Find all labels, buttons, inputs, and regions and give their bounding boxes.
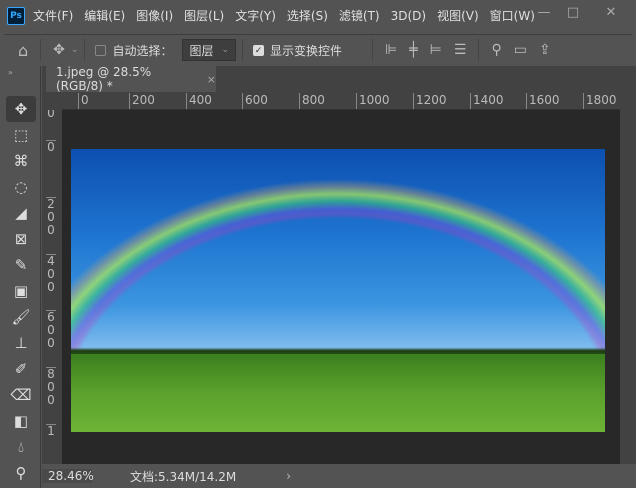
horizontal-ruler: 0 200 400 600 800 1000 1200 1400 1600 18… — [62, 92, 620, 110]
status-bar: 28.46% 文档:5.34M/14.2M › — [42, 464, 636, 488]
status-menu-arrow[interactable]: › — [286, 469, 291, 483]
menu-3d[interactable]: 3D(D) — [391, 9, 426, 23]
ruler-label: 0 — [46, 110, 56, 120]
lasso-tool-icon[interactable]: ⌘ — [6, 148, 36, 174]
vertical-scrollbar[interactable] — [620, 92, 636, 464]
divider — [242, 39, 244, 61]
auto-select-label: 自动选择： — [112, 43, 173, 58]
close-button[interactable]: ✕ — [590, 0, 632, 24]
ruler-corner — [42, 92, 62, 110]
ruler-label: 800 — [46, 367, 56, 407]
menu-select[interactable]: 选择(S) — [287, 7, 328, 24]
vertical-ruler: 0 0 200 400 600 800 1 — [42, 110, 62, 464]
chevron-down-icon: ⌄ — [221, 45, 230, 55]
canvas-area[interactable] — [62, 110, 620, 464]
divider — [40, 39, 42, 61]
options-bar: ⌂ ✥ ⌄ 自动选择： 图层 ⌄ ✓ 显示变换控件 ⊫ ╪ ⊨ ☰ ⚲ ▭ ⇪ — [4, 34, 632, 65]
ruler-label: 0 — [46, 140, 56, 154]
document-tabs: 1.jpeg @ 28.5%(RGB/8) * × — [42, 65, 636, 93]
ruler-label: 0 — [78, 93, 89, 109]
ruler-label: 400 — [46, 254, 56, 294]
move-tool-icon[interactable]: ✥ — [53, 42, 65, 58]
ruler-label: 600 — [46, 310, 56, 350]
divider — [478, 39, 480, 61]
healing-tool-icon[interactable]: ▣ — [6, 278, 36, 304]
stamp-tool-icon[interactable]: ⊥ — [6, 330, 36, 356]
close-tab-icon[interactable]: × — [207, 73, 216, 86]
chevron-down-icon[interactable]: ⌄ — [71, 45, 79, 55]
ruler-label: 400 — [186, 93, 212, 109]
maximize-button[interactable]: □ — [552, 0, 594, 24]
grass-field — [71, 354, 605, 432]
collapse-icon[interactable]: » — [0, 66, 40, 96]
dodge-tool-icon[interactable]: ⚲ — [6, 460, 36, 486]
document-size: 文档:5.34M/14.2M — [130, 469, 237, 484]
ruler-label: 600 — [242, 93, 268, 109]
brush-tool-icon[interactable]: 🖌︎ — [6, 304, 36, 330]
show-transform-checkbox[interactable]: ✓ — [253, 44, 265, 56]
distribute-icon[interactable]: ☰ — [454, 42, 467, 58]
move-tool-icon[interactable]: ✥ — [6, 96, 36, 122]
ruler-label: 1200 — [413, 93, 447, 109]
align-center-icon[interactable]: ╪ — [409, 42, 417, 58]
marquee-tool-icon[interactable]: ⬚ — [6, 122, 36, 148]
ruler-label: 1600 — [526, 93, 560, 109]
menu-layer[interactable]: 图层(L) — [184, 7, 224, 24]
menu-image[interactable]: 图像(I) — [136, 7, 173, 24]
frame-tool-icon[interactable]: ⊠ — [6, 226, 36, 252]
auto-select-checkbox[interactable] — [95, 44, 107, 56]
ruler-label: 1 — [46, 424, 56, 438]
menu-filter[interactable]: 滤镜(T) — [339, 7, 380, 24]
divider — [372, 39, 374, 61]
tools-panel: » ✥ ⬚ ⌘ ◌ ◢ ⊠ ✎ ▣ 🖌︎ ⊥ ✐ ⌫ ◧ 💧︎ ⚲ — [0, 66, 41, 488]
ruler-label: 200 — [129, 93, 155, 109]
menu-type[interactable]: 文字(Y) — [235, 7, 276, 24]
search-icon[interactable]: ⚲ — [491, 42, 501, 58]
menu-view[interactable]: 视图(V) — [437, 7, 479, 24]
home-icon[interactable]: ⌂ — [18, 41, 28, 60]
gradient-tool-icon[interactable]: ◧ — [6, 408, 36, 434]
crop-tool-icon[interactable]: ◢ — [6, 200, 36, 226]
quick-select-tool-icon[interactable]: ◌ — [6, 174, 36, 200]
blur-tool-icon[interactable]: 💧︎ — [6, 434, 36, 460]
menu-bar: Ps 文件(F) 编辑(E) 图像(I) 图层(L) 文字(Y) 选择(S) 滤… — [0, 0, 636, 31]
show-transform-label: 显示变换控件 — [270, 43, 343, 58]
ruler-label: 1000 — [356, 93, 390, 109]
tab-document[interactable]: 1.jpeg @ 28.5%(RGB/8) * × — [46, 65, 216, 93]
workspace-icon[interactable]: ▭ — [514, 42, 527, 58]
divider — [84, 39, 86, 61]
zoom-level[interactable]: 28.46% — [42, 469, 94, 483]
rainbow-landscape-image[interactable] — [71, 149, 605, 432]
eyedropper-tool-icon[interactable]: ✎ — [6, 252, 36, 278]
eraser-tool-icon[interactable]: ⌫ — [6, 382, 36, 408]
layer-dropdown[interactable]: 图层 ⌄ — [182, 39, 237, 61]
ruler-label: 800 — [299, 93, 325, 109]
share-icon[interactable]: ⇪ — [539, 42, 551, 58]
tab-title: 1.jpeg @ 28.5%(RGB/8) * — [56, 65, 152, 93]
history-brush-icon[interactable]: ✐ — [6, 356, 36, 382]
ruler-label: 1800 — [583, 93, 617, 109]
ruler-label: 1400 — [470, 93, 504, 109]
layer-dropdown-value: 图层 — [189, 43, 214, 58]
align-right-icon[interactable]: ⊨ — [430, 42, 442, 58]
ruler-label: 200 — [46, 197, 56, 237]
photoshop-logo: Ps — [7, 6, 25, 25]
menu-edit[interactable]: 编辑(E) — [84, 7, 125, 24]
menu-file[interactable]: 文件(F) — [33, 7, 73, 24]
align-left-icon[interactable]: ⊫ — [385, 42, 397, 58]
